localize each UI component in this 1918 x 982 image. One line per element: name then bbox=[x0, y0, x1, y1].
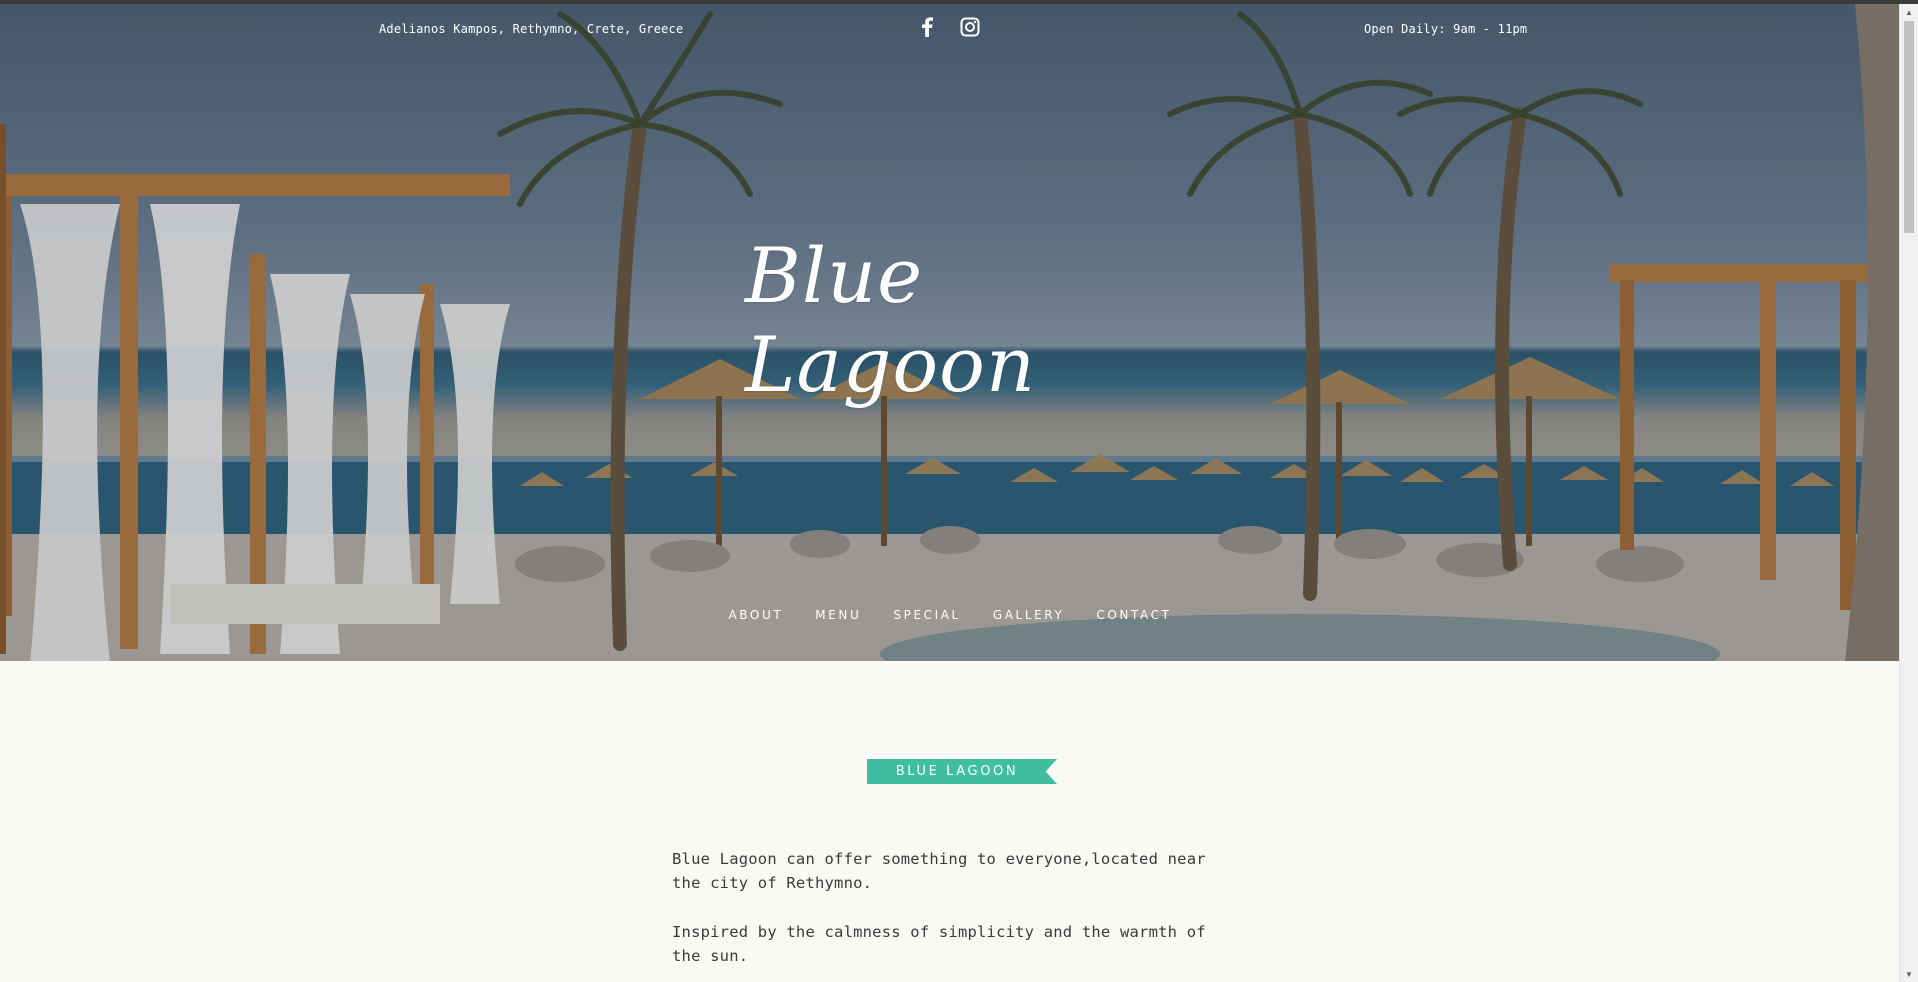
inspiration-paragraph: Inspired by the calmness of simplicity a… bbox=[672, 923, 1206, 965]
about-section: BLUE LAGOON Blue Lagoon can offer someth… bbox=[0, 661, 1900, 982]
address-text: Adelianos Kampos, Rethymno, Crete, Greec… bbox=[379, 22, 684, 36]
vertical-scrollbar[interactable]: ▲ ▼ bbox=[1899, 4, 1918, 982]
scroll-down-arrow-icon[interactable]: ▼ bbox=[1900, 966, 1918, 982]
facebook-icon[interactable] bbox=[921, 17, 935, 41]
scroll-up-arrow-icon[interactable]: ▲ bbox=[1900, 4, 1918, 20]
opening-hours-text: Open Daily: 9am - 11pm bbox=[1364, 22, 1528, 36]
nav-item-menu[interactable]: MENU bbox=[815, 608, 861, 622]
scrollbar-thumb[interactable] bbox=[1904, 21, 1914, 233]
hero-banner: Adelianos Kampos, Rethymno, Crete, Greec… bbox=[0, 4, 1900, 661]
logo[interactable]: Blue Lagoon bbox=[745, 231, 1135, 409]
page: Adelianos Kampos, Rethymno, Crete, Greec… bbox=[0, 0, 1918, 982]
intro-paragraph: Blue Lagoon can offer something to every… bbox=[672, 850, 1206, 892]
nav-item-about[interactable]: ABOUT bbox=[728, 608, 783, 622]
main-nav: ABOUT MENU SPECIAL GALLERY CONTACT bbox=[0, 608, 1900, 622]
section-ribbon: BLUE LAGOON bbox=[867, 759, 1057, 784]
nav-item-special[interactable]: SPECIAL bbox=[893, 608, 960, 622]
instagram-icon[interactable] bbox=[960, 17, 982, 41]
nav-item-gallery[interactable]: GALLERY bbox=[993, 608, 1065, 622]
nav-item-contact[interactable]: CONTACT bbox=[1096, 608, 1171, 622]
logo-text: Blue Lagoon bbox=[745, 231, 1036, 409]
ribbon-label: BLUE LAGOON bbox=[895, 764, 1019, 779]
